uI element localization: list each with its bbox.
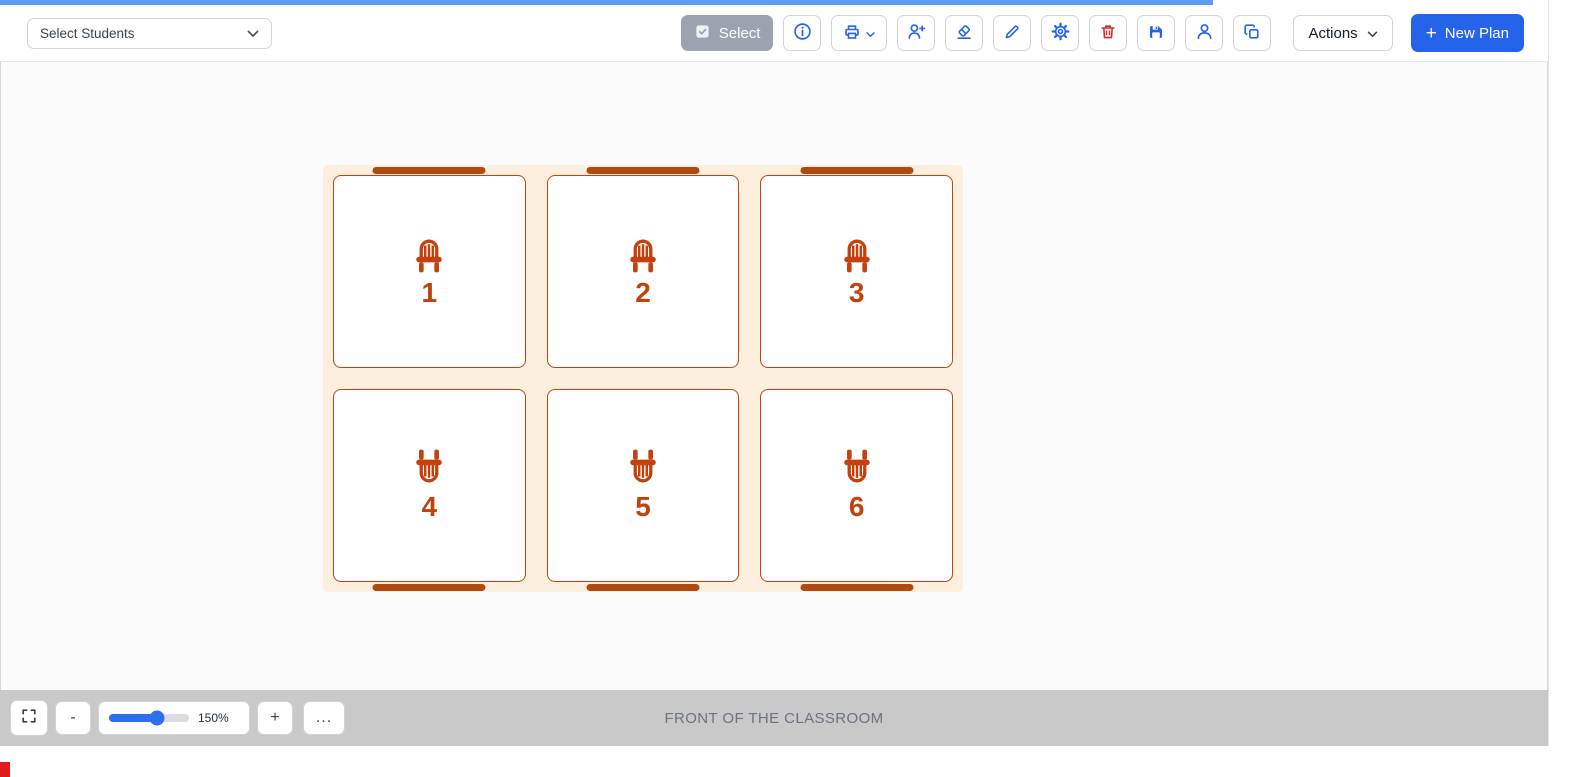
- gear-icon: [1051, 22, 1070, 44]
- seat-6[interactable]: 6: [760, 389, 953, 582]
- seat-3[interactable]: 3: [760, 175, 953, 368]
- desk-bar: [586, 584, 700, 591]
- person-icon: [1195, 22, 1214, 44]
- edit-button[interactable]: [993, 15, 1032, 51]
- chevron-down-icon: [247, 26, 259, 41]
- desk-bar: [800, 584, 914, 591]
- plus-icon: +: [1425, 22, 1437, 44]
- plus-icon: +: [270, 709, 280, 726]
- status-bar: - 150% + ... FRONT OF THE CLASSROOM: [0, 690, 1548, 746]
- seat-cell: 5: [546, 389, 740, 591]
- desk-bar: [800, 167, 914, 174]
- fullscreen-button[interactable]: [10, 700, 48, 736]
- seating-area: 1 2 3 4 5 6: [323, 165, 963, 592]
- person-add-icon: [907, 22, 926, 44]
- progress-bar: [0, 0, 1213, 5]
- save-icon: [1147, 23, 1165, 44]
- chair-icon: [837, 235, 877, 273]
- seat-cell: 6: [760, 389, 953, 591]
- zoom-slider-track[interactable]: [109, 710, 189, 726]
- zoom-level: 150%: [198, 711, 229, 725]
- seat-cell: 1: [333, 167, 526, 368]
- zoom-out-button[interactable]: -: [55, 701, 91, 735]
- seat-2[interactable]: 2: [546, 175, 740, 368]
- chair-icon: [837, 448, 877, 487]
- new-plan-label: New Plan: [1444, 24, 1509, 42]
- eraser-button[interactable]: [945, 15, 984, 51]
- seat-number: 5: [635, 490, 651, 522]
- zoom-slider[interactable]: 150%: [98, 701, 250, 735]
- seat-5[interactable]: 5: [546, 389, 740, 582]
- actions-button[interactable]: Actions: [1293, 15, 1393, 51]
- info-button[interactable]: [783, 15, 822, 51]
- delete-button[interactable]: [1089, 15, 1128, 51]
- desk-bar: [586, 167, 700, 174]
- minus-icon: -: [70, 709, 76, 726]
- student-view-button[interactable]: [1185, 15, 1224, 51]
- desk-bar: [372, 167, 486, 174]
- toolbar-actions: Select Actions + New Plan: [680, 14, 1524, 52]
- eraser-icon: [955, 23, 973, 44]
- chair-icon: [409, 448, 449, 487]
- duplicate-button[interactable]: [1233, 15, 1272, 51]
- trash-icon: [1099, 23, 1117, 44]
- seat-number: 4: [421, 490, 438, 522]
- settings-button[interactable]: [1041, 15, 1080, 51]
- new-plan-button[interactable]: + New Plan: [1410, 14, 1524, 52]
- student-select-value: Select Students: [40, 25, 135, 41]
- printer-icon: [843, 23, 861, 44]
- pencil-icon: [1003, 23, 1021, 44]
- student-select[interactable]: Select Students: [27, 17, 272, 49]
- info-icon: [793, 22, 812, 44]
- fullscreen-icon: [20, 707, 38, 730]
- chevron-down-icon: [1367, 25, 1378, 42]
- seat-cell: 2: [546, 167, 740, 368]
- more-options-button[interactable]: ...: [303, 701, 345, 735]
- select-mode-button[interactable]: Select: [680, 15, 774, 51]
- select-mode-label: Select: [718, 24, 761, 42]
- seat-number: 6: [848, 490, 865, 522]
- seat-4[interactable]: 4: [333, 389, 526, 582]
- seat-cell: 4: [333, 389, 526, 591]
- seat-number: 2: [635, 276, 651, 308]
- chair-icon: [409, 235, 449, 273]
- zoom-slider-thumb[interactable]: [149, 710, 165, 726]
- seat-number: 3: [848, 276, 865, 308]
- seat-1[interactable]: 1: [333, 175, 526, 368]
- front-of-classroom-label: FRONT OF THE CLASSROOM: [664, 709, 884, 727]
- chevron-down-icon: [866, 26, 876, 41]
- desk-bar: [372, 584, 486, 591]
- print-button[interactable]: [831, 15, 888, 51]
- zoom-in-button[interactable]: +: [257, 701, 293, 735]
- chair-icon: [623, 235, 663, 273]
- app-window: Select Students Select Actions + New Pla…: [0, 0, 1549, 746]
- seat-number: 1: [421, 276, 438, 308]
- actions-label: Actions: [1308, 24, 1358, 42]
- seat-cell: 3: [760, 167, 953, 368]
- red-marker: [0, 762, 10, 777]
- seating-canvas[interactable]: 1 2 3 4 5 6: [0, 62, 1548, 690]
- add-student-button[interactable]: [897, 15, 936, 51]
- checkbox-icon: [694, 23, 711, 44]
- ellipsis-icon: ...: [315, 709, 333, 726]
- copy-icon: [1243, 23, 1261, 44]
- save-button[interactable]: [1137, 15, 1176, 51]
- page: Select Students Select Actions + New Pla…: [0, 0, 1586, 777]
- chair-icon: [623, 448, 663, 487]
- toolbar: Select Students Select Actions + New Pla…: [0, 5, 1548, 62]
